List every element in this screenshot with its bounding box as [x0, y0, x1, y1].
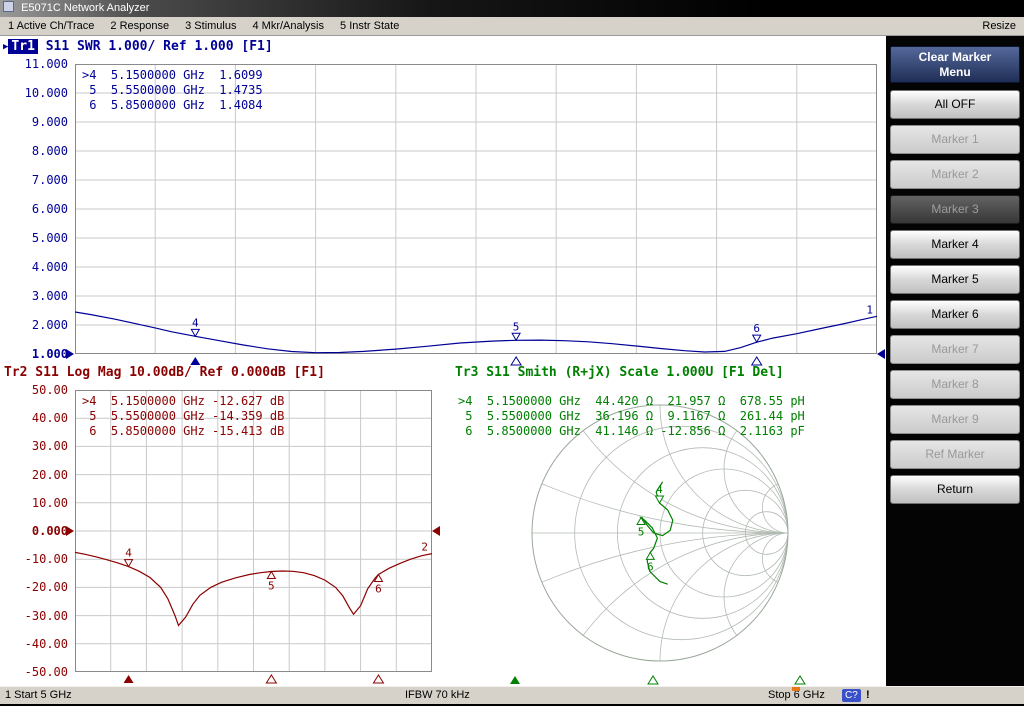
menu-item-2[interactable]: 2 Response [102, 17, 177, 35]
softkey-marker-2: Marker 2 [890, 160, 1020, 189]
window-title: E5071C Network Analyzer [21, 2, 149, 14]
marker-readout-row: 6 5.8500000 GHz 1.4084 [82, 98, 263, 113]
softkey-list: All OFF Marker 1 Marker 2 Marker 3 Marker 4 M… [890, 90, 1020, 510]
y-axis-label: 1.000 [0, 347, 68, 361]
svg-text:5: 5 [513, 320, 520, 333]
tr1-ref-level-arrow-left [66, 349, 74, 359]
y-axis-label: -30.00 [0, 609, 68, 623]
menu-items: 1 Active Ch/Trace2 Response3 Stimulus4 M… [0, 17, 1024, 35]
y-axis-label: 10.000 [0, 86, 68, 100]
tr1-chip: Tr1 [8, 39, 37, 54]
marker-readout-row: 5 5.5500000 GHz -14.359 dB [82, 409, 284, 424]
y-axis-label: 9.000 [0, 115, 68, 129]
softkey-marker-4[interactable]: Marker 4 [890, 230, 1020, 259]
svg-text:5: 5 [268, 579, 275, 592]
softkey-all-off[interactable]: All OFF [890, 90, 1020, 119]
softkey-marker-3[interactable]: Marker 3 [890, 195, 1020, 224]
softkey-menu-title: Clear Marker Menu [890, 46, 1020, 83]
y-axis-label: -40.00 [0, 637, 68, 651]
marker-readout-row: >4 5.1500000 GHz 44.420 Ω 21.957 Ω 678.5… [458, 394, 805, 409]
y-axis-label: 3.000 [0, 289, 68, 303]
trace-display-area: ▶Tr1 S11 SWR 1.000/ Ref 1.000 [F1] 11.00… [0, 36, 886, 686]
softkey-marker-5[interactable]: Marker 5 [890, 265, 1020, 294]
app-icon [3, 1, 14, 12]
y-axis-label: 50.00 [0, 383, 68, 397]
y-axis-label: 2.000 [0, 318, 68, 332]
tr2-ref-level-arrow-left [66, 526, 74, 536]
sweep-indicator [792, 687, 800, 691]
tr3-header[interactable]: Tr3 S11 Smith (R+jX) Scale 1.000U [F1 De… [455, 365, 784, 380]
softkey-return[interactable]: Return [890, 475, 1020, 504]
softkey-marker-9: Marker 9 [890, 405, 1020, 434]
svg-text:2: 2 [421, 541, 428, 554]
menu-resize[interactable]: Resize [982, 17, 1016, 35]
tr3-marker-readouts: >4 5.1500000 GHz 44.420 Ω 21.957 Ω 678.5… [458, 394, 805, 439]
alert-indicator: ! [866, 687, 870, 704]
svg-text:4: 4 [125, 547, 132, 560]
softkey-marker-6[interactable]: Marker 6 [890, 300, 1020, 329]
tr1-marker-readouts: >4 5.1500000 GHz 1.6099 5 5.5500000 GHz … [82, 68, 263, 113]
menu-item-5[interactable]: 5 Instr State [332, 17, 407, 35]
y-axis-label: -10.00 [0, 552, 68, 566]
y-axis-label: 7.000 [0, 173, 68, 187]
y-axis-label: 30.00 [0, 439, 68, 453]
y-axis-label: 10.00 [0, 496, 68, 510]
marker-readout-row: >4 5.1500000 GHz -12.627 dB [82, 394, 284, 409]
marker-readout-row: 6 5.8500000 GHz -15.413 dB [82, 424, 284, 439]
status-bar: 1 Start 5 GHz IFBW 70 kHz Stop 6 GHz C? … [0, 686, 1024, 704]
y-axis-label: -50.00 [0, 665, 68, 679]
svg-text:4: 4 [656, 483, 663, 496]
y-axis-label: 5.000 [0, 231, 68, 245]
softkey-marker-1: Marker 1 [890, 125, 1020, 154]
tr2-marker-readouts: >4 5.1500000 GHz -12.627 dB 5 5.5500000 … [82, 394, 284, 439]
y-axis-label: 11.000 [0, 57, 68, 71]
tr1-header[interactable]: ▶Tr1 S11 SWR 1.000/ Ref 1.000 [F1] [3, 39, 273, 54]
tr1-ref-level-arrow-right [877, 349, 885, 359]
svg-text:6: 6 [753, 322, 760, 335]
y-axis-label: 20.00 [0, 468, 68, 482]
menu-bar: 1 Active Ch/Trace2 Response3 Stimulus4 M… [0, 17, 1024, 36]
marker-readout-row: >4 5.1500000 GHz 1.6099 [82, 68, 263, 83]
svg-text:6: 6 [375, 582, 382, 595]
ifbw-readout: IFBW 70 kHz [405, 687, 470, 704]
softkey-marker-7: Marker 7 [890, 335, 1020, 364]
menu-item-3[interactable]: 3 Stimulus [177, 17, 244, 35]
svg-text:6: 6 [647, 560, 654, 573]
y-axis-label: 4.000 [0, 260, 68, 274]
start-frequency: 1 Start 5 GHz [5, 687, 72, 704]
softkey-marker-8: Marker 8 [890, 370, 1020, 399]
svg-text:1: 1 [866, 303, 873, 316]
tr2-header[interactable]: Tr2 S11 Log Mag 10.00dB/ Ref 0.000dB [F1… [4, 365, 325, 380]
marker-readout-row: 5 5.5500000 GHz 1.4735 [82, 83, 263, 98]
y-axis-label: 6.000 [0, 202, 68, 216]
y-axis-label: -20.00 [0, 580, 68, 594]
svg-text:5: 5 [638, 526, 645, 539]
y-axis-label: 0.000 [0, 524, 68, 538]
softkey-ref-marker: Ref Marker [890, 440, 1020, 469]
y-axis-label: 40.00 [0, 411, 68, 425]
marker-readout-row: 6 5.8500000 GHz 41.146 Ω -12.856 Ω 2.116… [458, 424, 805, 439]
marker-readout-row: 5 5.5500000 GHz 36.196 Ω 9.1167 Ω 261.44… [458, 409, 805, 424]
tr2-ref-level-arrow-right [432, 526, 440, 536]
tr1-params: S11 SWR 1.000/ Ref 1.000 [F1] [38, 39, 273, 54]
y-axis-label: 8.000 [0, 144, 68, 158]
title-bar[interactable]: E5071C Network Analyzer [0, 0, 1024, 17]
menu-item-4[interactable]: 4 Mkr/Analysis [244, 17, 332, 35]
menu-item-1[interactable]: 1 Active Ch/Trace [0, 17, 102, 35]
svg-text:4: 4 [192, 316, 199, 329]
correction-badge: C? [842, 689, 861, 702]
softkey-sidebar: Clear Marker Menu All OFF Marker 1 Marker … [886, 36, 1024, 686]
